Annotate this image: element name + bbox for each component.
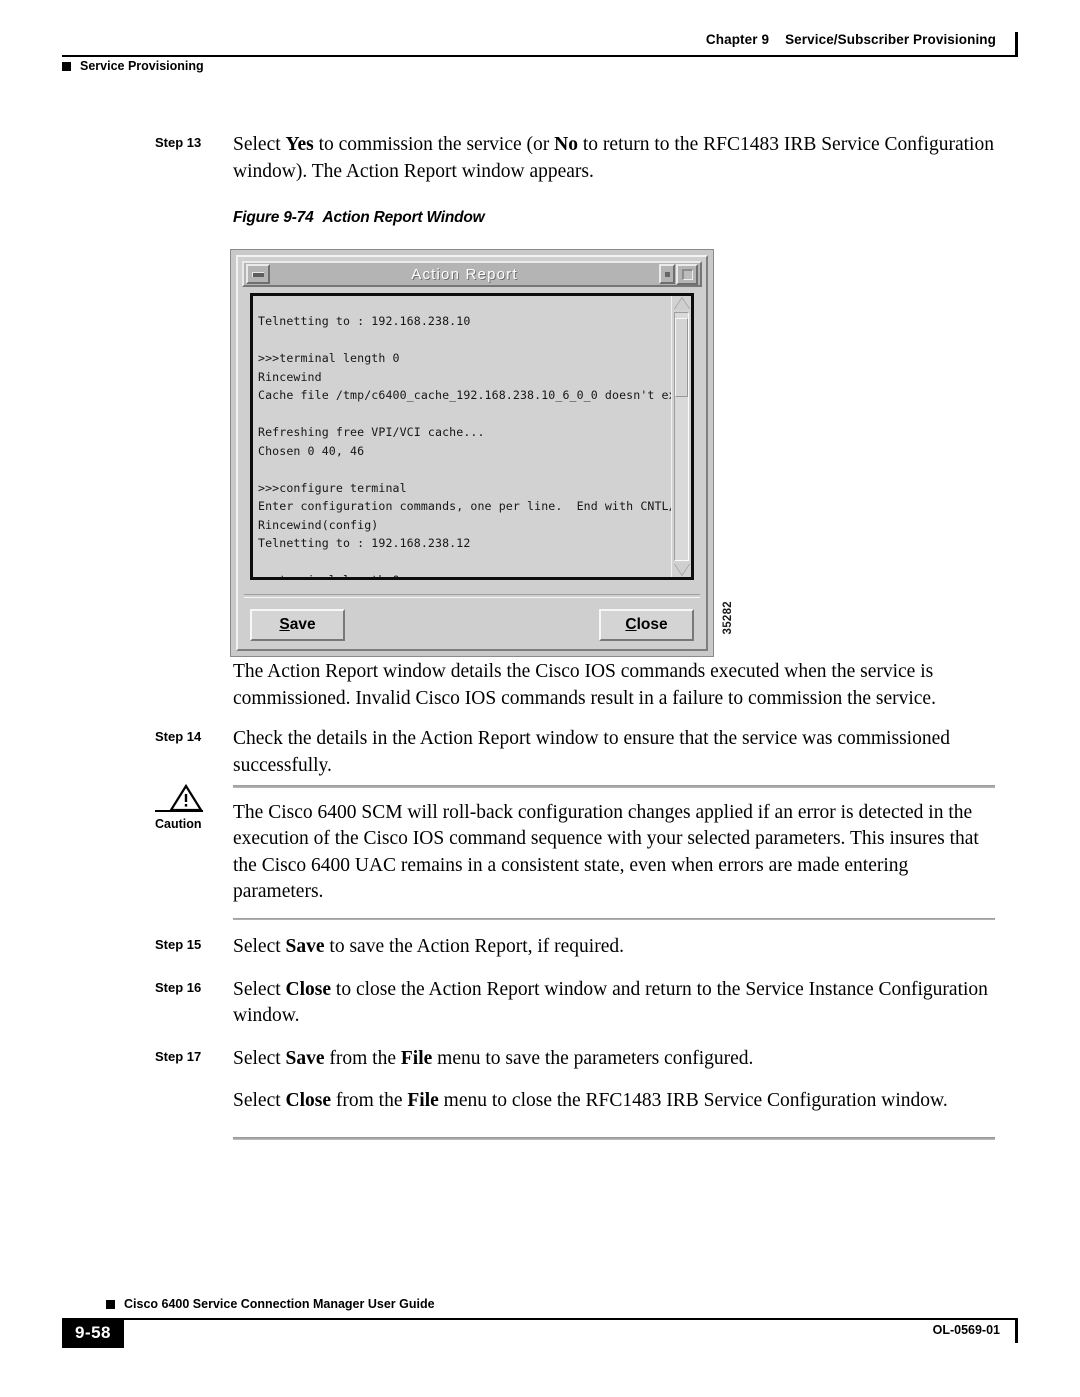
step-17b-text-mid: from the bbox=[331, 1090, 408, 1111]
step-16-label: Step 16 bbox=[155, 979, 202, 995]
figure-caption-title: Action Report Window bbox=[322, 209, 485, 226]
minimize-icon[interactable] bbox=[246, 264, 270, 284]
step-17-bold-save: Save bbox=[285, 1047, 325, 1069]
caution-block: Caution The Cisco 6400 SCM will roll-bac… bbox=[155, 783, 995, 920]
step-13-text: Select Yes to commission the service (or… bbox=[233, 132, 995, 185]
maximize-icon[interactable] bbox=[676, 263, 698, 285]
header-tick-mark bbox=[1014, 32, 1018, 57]
step-17b-bold-file: File bbox=[407, 1090, 439, 1111]
save-button-mnemonic: S bbox=[279, 616, 290, 633]
header-chapter-line: Chapter 9 Service/Subscriber Provisioning bbox=[706, 32, 996, 47]
figure-id-number: 35282 bbox=[722, 601, 734, 635]
step-13-text-pre: Select bbox=[233, 134, 286, 155]
step-14: Step 14 Check the details in the Action … bbox=[155, 726, 995, 779]
window-frame: Action Report Telnetting to : 192.168.23… bbox=[236, 255, 708, 651]
vertical-scroll-thumb[interactable] bbox=[675, 317, 688, 397]
step-16-bold-close: Close bbox=[285, 978, 332, 1000]
footer-guide-row: Cisco 6400 Service Connection Manager Us… bbox=[106, 1297, 435, 1311]
step-13-bold-yes: Yes bbox=[285, 134, 314, 155]
step-17-text-mid: from the bbox=[324, 1047, 401, 1069]
caution-text: The Cisco 6400 SCM will roll-back config… bbox=[233, 801, 979, 903]
step-15-text: Select Save to save the Action Report, i… bbox=[233, 934, 995, 961]
header-chapter-title: Service/Subscriber Provisioning bbox=[785, 32, 996, 47]
step-17-text-pre: Select bbox=[233, 1047, 286, 1069]
step-17-text: Select Save from the File menu to save t… bbox=[233, 1046, 995, 1073]
step-17-continuation: Select Close from the File menu to close… bbox=[233, 1088, 995, 1115]
step-17: Step 17 Select Save from the File menu t… bbox=[155, 1046, 995, 1073]
step-13-bold-no: No bbox=[554, 134, 578, 155]
step-16-text-pre: Select bbox=[233, 978, 286, 1000]
step-17-label: Step 17 bbox=[155, 1048, 202, 1064]
scroll-up-arrow-icon[interactable] bbox=[673, 298, 690, 310]
figure-caption-number: Figure 9-74 bbox=[233, 209, 314, 226]
header-chapter: Chapter 9 bbox=[705, 32, 770, 47]
footer-guide-title: Cisco 6400 Service Connection Manager Us… bbox=[124, 1297, 435, 1311]
window-title: Action Report bbox=[411, 265, 518, 283]
window-titlebar: Action Report bbox=[242, 261, 702, 287]
page-header: Chapter 9 Service/Subscriber Provisioning… bbox=[62, 30, 1018, 76]
vertical-scroll-trough[interactable] bbox=[674, 312, 689, 561]
save-button[interactable]: Save bbox=[250, 609, 345, 641]
figure-caption: Figure 9-74 Action Report Window bbox=[233, 209, 995, 227]
step-16-text: Select Close to close the Action Report … bbox=[233, 977, 995, 1030]
step-17-bold-file: File bbox=[400, 1047, 433, 1069]
intro-paragraph: The Action Report window details the Cis… bbox=[233, 661, 936, 709]
step-15-text-post: to save the Action Report, if required. bbox=[324, 936, 624, 957]
header-section-label: Service Provisioning bbox=[80, 59, 204, 73]
header-bullet-square-icon bbox=[62, 61, 71, 71]
step-13-label: Step 13 bbox=[155, 135, 202, 150]
footer-doc-number: OL-0569-01 bbox=[932, 1323, 1000, 1337]
scroll-down-arrow-icon[interactable] bbox=[673, 563, 690, 575]
save-button-label: ave bbox=[289, 616, 316, 633]
header-rule bbox=[62, 55, 1018, 57]
step-13-text-mid: to commission the service (or bbox=[313, 134, 555, 155]
page-content: Step 13 Select Yes to commission the ser… bbox=[155, 132, 995, 1140]
step-16: Step 16 Select Close to close the Action… bbox=[155, 977, 995, 1030]
vertical-scrollbar[interactable] bbox=[671, 296, 691, 577]
warning-triangle-icon bbox=[169, 783, 203, 813]
section-end-rule bbox=[233, 1136, 995, 1140]
step-14-label: Step 14 bbox=[155, 729, 202, 744]
terminal-output: Telnetting to : 192.168.238.10 >>>termin… bbox=[258, 314, 671, 577]
action-report-text-pane: Telnetting to : 192.168.238.10 >>>termin… bbox=[250, 293, 694, 580]
terminal-area: Telnetting to : 192.168.238.10 >>>termin… bbox=[253, 296, 671, 577]
footer-rule bbox=[62, 1318, 1018, 1320]
step-13: Step 13 Select Yes to commission the ser… bbox=[155, 132, 995, 185]
caution-rule-bottom bbox=[233, 917, 995, 920]
step-17b-text-post: menu to close the RFC1483 IRB Service Co… bbox=[438, 1090, 948, 1111]
close-button-label: lose bbox=[636, 616, 668, 633]
step-16-text-post: to close the Action Report window and re… bbox=[233, 978, 988, 1027]
step-17-text-post: menu to save the parameters configured. bbox=[432, 1047, 754, 1069]
step-17b-bold-close: Close bbox=[285, 1090, 332, 1111]
close-button-mnemonic: C bbox=[625, 616, 637, 633]
window-button-row: Save Close bbox=[250, 609, 694, 643]
step-15-bold-save: Save bbox=[285, 936, 325, 957]
footer-tick-mark bbox=[1014, 1318, 1018, 1343]
footer-bullet-square-icon bbox=[106, 1299, 115, 1309]
step-17b-text-pre: Select bbox=[233, 1090, 286, 1111]
step-14-text: Check the details in the Action Report w… bbox=[233, 728, 951, 776]
caution-label: Caution bbox=[155, 817, 202, 831]
step-15-label: Step 15 bbox=[155, 937, 202, 952]
step-15-text-pre: Select bbox=[233, 936, 286, 957]
action-report-window: Action Report Telnetting to : 192.168.23… bbox=[230, 249, 714, 657]
close-button[interactable]: Close bbox=[599, 609, 694, 641]
step-15: Step 15 Select Save to save the Action R… bbox=[155, 934, 995, 961]
page-footer: Cisco 6400 Service Connection Manager Us… bbox=[62, 1297, 1018, 1357]
page-number-badge: 9-58 bbox=[62, 1318, 124, 1348]
caution-rule-top bbox=[233, 785, 995, 788]
restore-icon[interactable] bbox=[659, 264, 675, 284]
button-separator bbox=[244, 594, 700, 598]
header-section: Service Provisioning bbox=[62, 59, 204, 73]
figure-action-report-window: Action Report Telnetting to : 192.168.23… bbox=[230, 249, 750, 659]
